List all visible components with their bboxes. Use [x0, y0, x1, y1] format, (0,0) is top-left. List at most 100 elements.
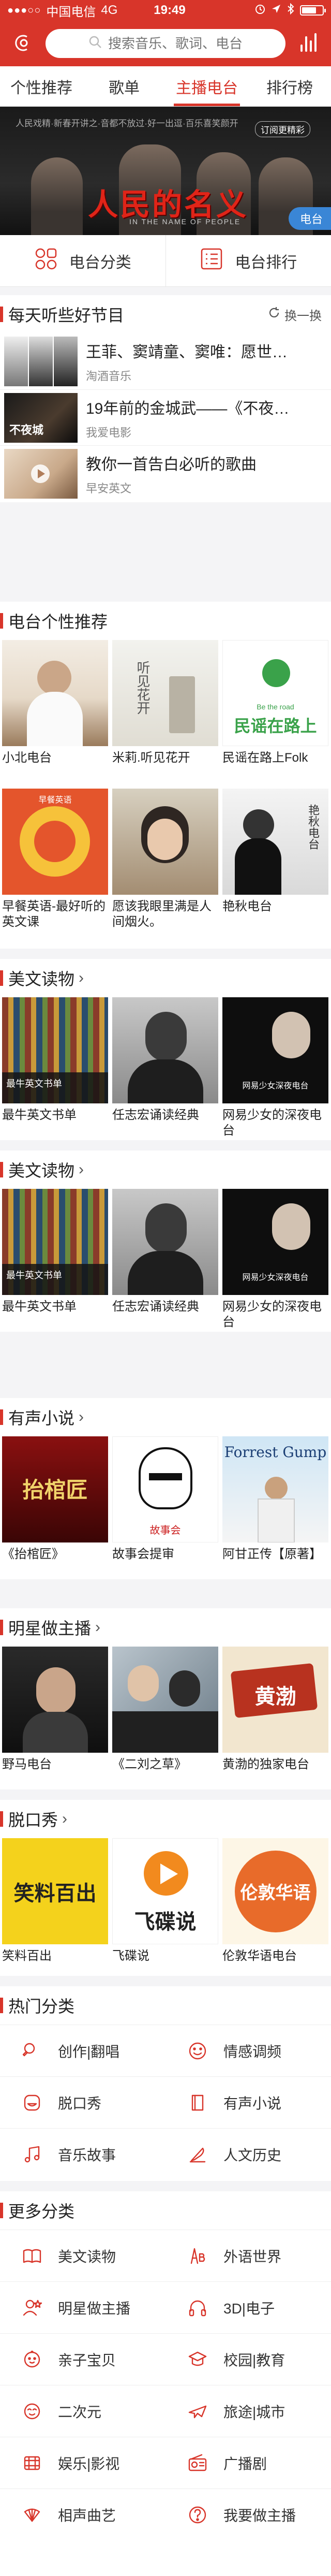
category-label: 人文历史 [223, 2147, 282, 2163]
more-categories-section: 更多分类 美文读物 外语世界明星做主播 3D|电子亲子宝贝 校园|教育二次元 旅途|城市… [0, 2191, 331, 2576]
banner-caption: IN THE NAME OF PEOPLE [129, 217, 241, 226]
radio-card[interactable]: 早餐英语 早餐英语-最好听的英文课 [0, 789, 110, 930]
tab-recommend[interactable]: 个性推荐 [0, 66, 83, 106]
radio-card[interactable]: 最牛英文书单 最牛英文书单 [0, 1189, 110, 1330]
section-title: 美文读物 [8, 970, 75, 988]
category-item[interactable]: 人文历史 [166, 2128, 331, 2180]
radio-cover: 早餐英语 [2, 789, 108, 895]
radio-card[interactable]: 抬棺匠 《抬棺匠》 [0, 1436, 110, 1578]
search-box[interactable] [46, 29, 285, 58]
reading-section: 美文读物 › 最牛英文书单 最牛英文书单 任志宏诵读经典 网易少女深夜电台 网易少… [0, 1151, 331, 1332]
radio-card[interactable]: 听见花开 米莉.听见花开 [110, 640, 220, 781]
radio-label: 任志宏诵读经典 [112, 1300, 199, 1314]
chevron-right-icon[interactable]: › [79, 1408, 84, 1426]
category-item[interactable]: 创作|翻唱 [0, 2025, 166, 2076]
radio-card[interactable]: 笑料百出 笑料百出 [0, 1838, 110, 1980]
category-label: 校园|教育 [223, 2352, 285, 2368]
category-item[interactable]: 娱乐|影视 [0, 2437, 166, 2488]
radio-cover [112, 997, 218, 1103]
program-source: 早安英文 [86, 482, 132, 495]
category-item[interactable]: 美文读物 [0, 2230, 166, 2281]
category-grid-icon [34, 247, 58, 275]
category-item[interactable]: 有声小说 [166, 2076, 331, 2128]
chevron-right-icon[interactable]: › [62, 1810, 67, 1828]
tab-playlists[interactable]: 歌单 [83, 66, 166, 106]
program-source: 我爱电影 [86, 426, 132, 439]
radio-card[interactable]: 野马电台 [0, 1647, 110, 1788]
fan-icon [21, 2504, 43, 2526]
tab-radio[interactable]: 主播电台 [166, 66, 248, 106]
category-item[interactable]: 旅途|城市 [166, 2385, 331, 2437]
category-item[interactable]: 明星做主播 [0, 2281, 166, 2333]
category-label: 二次元 [58, 2404, 102, 2420]
tab-charts[interactable]: 排行榜 [248, 66, 331, 106]
radio-ranking-button[interactable]: 电台排行 [165, 235, 331, 286]
open-book-icon [21, 2245, 43, 2267]
ranking-list-icon [200, 247, 223, 275]
radio-cover [2, 1647, 108, 1753]
category-item[interactable]: 音乐故事 [0, 2128, 166, 2180]
category-item[interactable]: 相声曲艺 [0, 2488, 166, 2540]
category-label: 亲子宝贝 [58, 2352, 116, 2368]
radio-card[interactable]: 小北电台 [0, 640, 110, 781]
radio-cover [112, 1189, 218, 1295]
radio-card[interactable]: Be the road 民谣在路上 民谣在路上Folk [220, 640, 330, 781]
program-row[interactable]: 王菲、窦靖童、窦唯：愿世… 淘酒音乐 [0, 333, 331, 389]
program-row[interactable]: 不夜城 19年前的金城武——《不夜… 我爱电影 [0, 389, 331, 445]
category-item[interactable]: 3D|电子 [166, 2281, 331, 2333]
smile-icon [186, 2040, 209, 2062]
program-row[interactable]: 教你一首告白必听的歌曲 早安英文 [0, 445, 331, 501]
chevron-right-icon[interactable]: › [79, 969, 84, 987]
category-item[interactable]: 二次元 [0, 2385, 166, 2437]
refresh-button[interactable]: 换一换 [268, 305, 322, 324]
radio-label: 米莉.听见花开 [112, 751, 190, 765]
category-label: 明星做主播 [58, 2300, 131, 2317]
now-playing-icon[interactable] [296, 31, 321, 56]
category-item[interactable]: 情感调频 [166, 2025, 331, 2076]
radio-card[interactable]: 网易少女深夜电台 网易少女的深夜电台 [220, 997, 330, 1139]
banner-subscribe: 订阅更精彩 [255, 121, 310, 137]
abc-icon [186, 2245, 209, 2267]
cover-text: 网易少女深夜电台 [242, 1273, 309, 1282]
radio-label: 《抬棺匠》 [2, 1547, 64, 1561]
section-title: 更多分类 [8, 2202, 75, 2221]
radio-card[interactable]: 飞碟说 飞碟说 [110, 1838, 220, 1980]
cover-text: Be the road [257, 703, 294, 711]
radio-label: 任志宏诵读经典 [112, 1108, 199, 1122]
radio-card[interactable]: 黄渤 黄渤的独家电台 [220, 1647, 330, 1788]
promo-banner[interactable]: 人民戏精·新春开讲之·音都不放过·好一出逗·百乐喜笑颜开 订阅更精彩 人民的名义… [0, 107, 331, 235]
radio-card[interactable]: 伦敦华语 伦敦华语电台 [220, 1838, 330, 1980]
category-item[interactable]: 我要做主播 [166, 2488, 331, 2540]
radio-card[interactable]: 最牛英文书单 最牛英文书单 [0, 997, 110, 1139]
category-item[interactable]: 脱口秀 [0, 2076, 166, 2128]
voice-search-icon[interactable] [10, 31, 35, 56]
radio-card[interactable]: Forrest Gump 阿甘正传【原著】 [220, 1436, 330, 1578]
radio-category-button[interactable]: 电台分类 [0, 235, 166, 286]
category-item[interactable]: 亲子宝贝 [0, 2333, 166, 2385]
chevron-right-icon[interactable]: › [79, 1161, 84, 1178]
radio-label: 网易少女的深夜电台 [222, 1108, 322, 1138]
alarm-icon [254, 3, 266, 18]
search-input[interactable] [108, 35, 243, 52]
category-item[interactable]: 校园|教育 [166, 2333, 331, 2385]
microphone-icon [21, 2040, 43, 2062]
radio-label: 民谣在路上Folk [222, 751, 308, 765]
category-item[interactable]: 广播剧 [166, 2437, 331, 2488]
signal-dots: ●●●○○ [7, 4, 41, 16]
talkshow-section: 脱口秀 › 笑料百出 笑料百出 飞碟说 飞碟说 伦敦华语 伦敦华语电台 [0, 1800, 331, 1976]
radio-card[interactable]: 艳秋电台 艳秋电台 [220, 789, 330, 930]
radio-label: 早餐英语-最好听的英文课 [2, 899, 106, 929]
radio-card[interactable]: 任志宏诵读经典 [110, 997, 220, 1139]
reading-section: 美文读物 › 最牛英文书单 最牛英文书单 任志宏诵读经典 网易少女深夜电台 网易少… [0, 959, 331, 1140]
radio-card[interactable]: 故事会 故事会提审 [110, 1436, 220, 1578]
chevron-right-icon[interactable]: › [95, 1619, 100, 1636]
radio-card[interactable]: 《二刘之草》 [110, 1647, 220, 1788]
cover-text: 听见花开 [134, 661, 150, 715]
category-label: 娱乐|影视 [58, 2455, 120, 2472]
radio-cover: Be the road 民谣在路上 [222, 640, 328, 746]
radio-card[interactable]: 愿该我眼里满是人间烟火。 [110, 789, 220, 930]
radio-card[interactable]: 网易少女深夜电台 网易少女的深夜电台 [220, 1189, 330, 1330]
status-bar: ●●●○○ 中国电信 4G 19:49 [0, 0, 331, 21]
radio-card[interactable]: 任志宏诵读经典 [110, 1189, 220, 1330]
category-item[interactable]: 外语世界 [166, 2230, 331, 2281]
